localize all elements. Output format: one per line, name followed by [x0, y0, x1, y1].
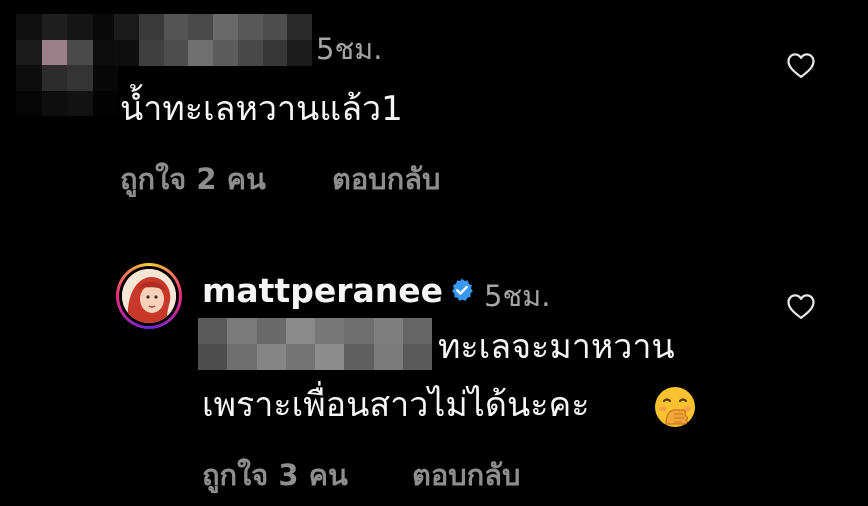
like-count-button[interactable]: ถูกใจ 2 คน [120, 156, 266, 202]
reply-button[interactable]: ตอบกลับ [412, 452, 520, 498]
comment-text-line-1: ทะเลจะมาหวาน [438, 327, 675, 367]
heart-outline-icon[interactable] [786, 292, 816, 320]
comment-text-line-2: เพราะเพื่อนสาวไม่ได้นะคะ [202, 385, 590, 425]
mention-redacted[interactable] [198, 318, 432, 370]
face-with-hand-over-mouth-emoji [652, 384, 698, 430]
verified-badge-icon [449, 277, 475, 303]
comment-text: น้ำทะเลหวานแล้ว1 [120, 89, 403, 129]
avatar-image [122, 269, 176, 323]
username-redacted[interactable] [114, 14, 312, 66]
like-count-button[interactable]: ถูกใจ 3 คน [202, 452, 348, 498]
comment-timestamp: 5ชม. [484, 279, 551, 313]
heart-outline-icon[interactable] [786, 51, 816, 79]
username[interactable]: mattperanee [202, 271, 443, 310]
avatar[interactable] [116, 263, 182, 329]
comment-thread: { "comments": [ { "time": "5ชม.", "text"… [0, 0, 868, 506]
reply-button[interactable]: ตอบกลับ [332, 156, 440, 202]
comment-timestamp: 5ชม. [316, 32, 383, 66]
avatar-redacted[interactable] [16, 14, 118, 116]
